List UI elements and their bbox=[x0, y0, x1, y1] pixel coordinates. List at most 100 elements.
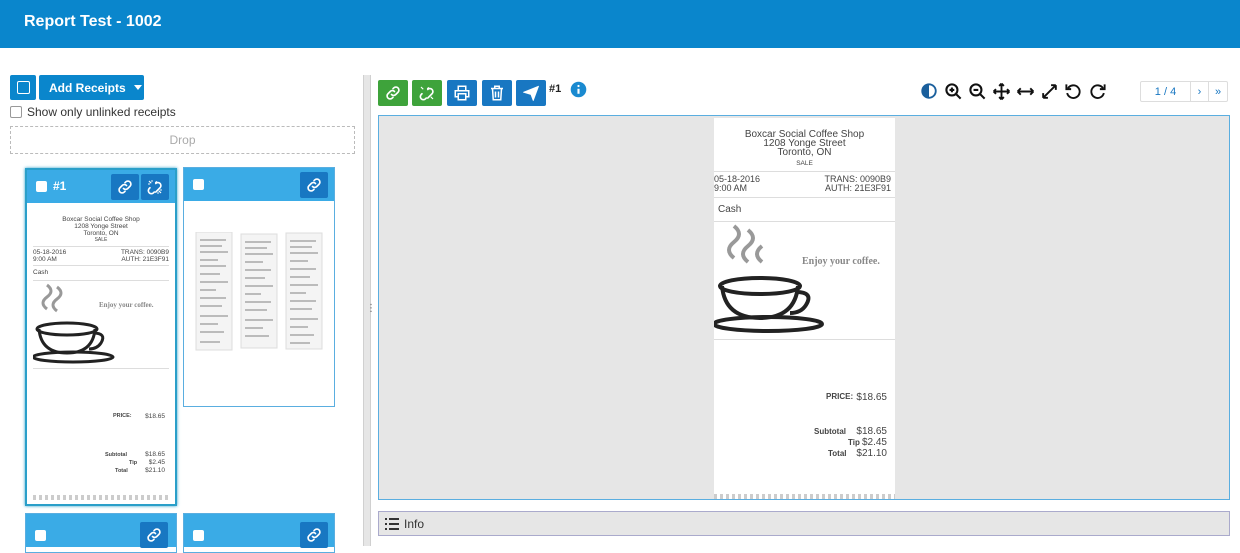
receipt-card-number: #1 bbox=[53, 179, 67, 193]
receipt-total: $21.10 bbox=[856, 448, 887, 459]
link-receipt-button[interactable] bbox=[378, 80, 408, 106]
receipt-auth: AUTH: 21E3F91 bbox=[121, 256, 169, 263]
receipt-total-label: Total bbox=[115, 468, 128, 474]
select-all-button[interactable] bbox=[10, 75, 36, 100]
drop-zone[interactable]: Drop bbox=[10, 126, 355, 154]
link-icon bbox=[307, 178, 321, 192]
receipt-type: SALE bbox=[94, 237, 108, 243]
link-button[interactable] bbox=[140, 522, 168, 548]
receipt-total: $21.10 bbox=[145, 467, 165, 474]
panel-splitter[interactable]: ⋮ bbox=[363, 75, 376, 546]
page-indicator: 1 / 4 bbox=[1141, 82, 1191, 101]
receipt-tip-label: Tip bbox=[848, 438, 860, 447]
show-unlinked-toggle[interactable]: Show only unlinked receipts bbox=[10, 105, 176, 119]
expand-icon bbox=[1041, 83, 1057, 99]
receipt-payment: Cash bbox=[714, 197, 895, 221]
unlink-receipt-button[interactable] bbox=[412, 80, 442, 106]
zoom-in-button[interactable] bbox=[942, 80, 964, 102]
delete-button[interactable] bbox=[482, 80, 512, 106]
page-title: Report Test - 1002 bbox=[24, 13, 162, 30]
receipt-card-header: #1 bbox=[27, 170, 175, 203]
receipt-thumbnail: Boxcar Social Coffee Shop 1208 Yonge Str… bbox=[31, 208, 169, 500]
receipt-price: $18.65 bbox=[145, 413, 165, 420]
receipt-viewer[interactable]: Boxcar Social Coffee Shop 1208 Yonge Str… bbox=[378, 115, 1230, 500]
rotate-left-button[interactable] bbox=[1062, 80, 1084, 102]
receipt-tip: $2.45 bbox=[861, 437, 887, 448]
receipt-auth: AUTH: 21E3F91 bbox=[824, 183, 891, 193]
receipt-card-checkbox[interactable] bbox=[35, 530, 46, 541]
receipt-city: Toronto, ON bbox=[83, 230, 119, 237]
receipt-trans: TRANS: 0090B9 bbox=[120, 249, 169, 256]
link-button[interactable] bbox=[111, 174, 139, 200]
zoom-out-icon bbox=[968, 82, 985, 99]
rotate-left-icon bbox=[1064, 83, 1081, 99]
info-bar[interactable]: Info bbox=[378, 511, 1230, 536]
print-button[interactable] bbox=[447, 80, 477, 106]
link-icon bbox=[307, 528, 321, 542]
coffee-cup-icon bbox=[31, 283, 115, 364]
receipt-price-label: PRICE: bbox=[113, 413, 132, 419]
caret-down-icon bbox=[133, 85, 142, 90]
scanned-receipts-image bbox=[195, 231, 323, 351]
receipt-card-4[interactable] bbox=[183, 513, 335, 553]
printer-icon bbox=[454, 85, 470, 101]
send-icon bbox=[523, 85, 539, 101]
zoom-in-icon bbox=[944, 82, 961, 99]
rotate-right-button[interactable] bbox=[1086, 80, 1108, 102]
unlink-icon bbox=[147, 180, 162, 195]
send-button[interactable] bbox=[516, 80, 546, 106]
receipt-address: 1208 Yonge Street bbox=[74, 223, 128, 230]
receipt-tip: $2.45 bbox=[148, 459, 165, 466]
link-icon bbox=[118, 180, 132, 194]
trash-icon bbox=[491, 85, 503, 101]
show-unlinked-checkbox[interactable] bbox=[10, 106, 22, 118]
link-icon bbox=[147, 528, 161, 542]
receipt-slogan: Enjoy your coffee. bbox=[99, 301, 154, 309]
fit-width-button[interactable] bbox=[1014, 80, 1036, 102]
unlink-button[interactable] bbox=[141, 174, 169, 200]
receipt-card-1[interactable]: #1 Boxcar Social Coffee Shop 1208 Yonge … bbox=[25, 168, 177, 506]
receipt-subtotal-label: Subtotal bbox=[814, 427, 846, 436]
rotate-right-icon bbox=[1089, 83, 1106, 99]
receipt-time: 9:00 AM bbox=[714, 183, 748, 193]
fit-width-icon bbox=[1016, 87, 1034, 95]
last-page-button[interactable]: » bbox=[1209, 82, 1227, 101]
move-icon bbox=[992, 82, 1010, 100]
receipt-payment: Cash bbox=[33, 265, 169, 280]
receipt-price-label: PRICE: bbox=[826, 392, 854, 401]
receipt-total-label: Total bbox=[828, 449, 847, 458]
receipt-card-checkbox[interactable] bbox=[36, 181, 47, 192]
receipt-card-checkbox[interactable] bbox=[193, 179, 204, 190]
next-page-button[interactable]: › bbox=[1191, 82, 1209, 101]
fullscreen-button[interactable] bbox=[1038, 80, 1060, 102]
receipt-logo: Enjoy your coffee. bbox=[712, 221, 895, 339]
link-button[interactable] bbox=[300, 172, 328, 198]
zoom-out-button[interactable] bbox=[966, 80, 988, 102]
receipt-subtotal: $18.65 bbox=[856, 426, 887, 437]
receipt-subtotal-label: Subtotal bbox=[105, 452, 127, 458]
splitter-grip-icon: ⋮ bbox=[366, 303, 376, 314]
receipt-card-3[interactable] bbox=[25, 513, 177, 553]
contrast-button[interactable] bbox=[918, 80, 940, 102]
receipt-logo: Enjoy your coffee. bbox=[31, 280, 169, 368]
receipt-date: 05-18-2016 bbox=[33, 249, 67, 256]
link-button[interactable] bbox=[300, 522, 328, 548]
drop-label: Drop bbox=[169, 133, 196, 147]
info-icon[interactable] bbox=[570, 81, 587, 103]
unlink-icon bbox=[419, 86, 434, 101]
receipt-card-2[interactable] bbox=[183, 167, 335, 407]
checkbox-icon bbox=[16, 81, 30, 94]
receipt-scan-thumbnail bbox=[194, 231, 324, 352]
coffee-cup-icon bbox=[712, 224, 824, 333]
receipt-card-header bbox=[184, 168, 334, 201]
pan-button[interactable] bbox=[990, 80, 1012, 102]
receipt-card-checkbox[interactable] bbox=[193, 530, 204, 541]
receipt-subtotal: $18.65 bbox=[145, 451, 165, 458]
current-receipt-number: #1 bbox=[549, 83, 562, 95]
add-receipts-button[interactable]: Add Receipts bbox=[39, 75, 144, 100]
pagination: 1 / 4 › » bbox=[1140, 81, 1228, 102]
viewer-tools bbox=[918, 80, 1108, 102]
app-header: Report Test - 1002 bbox=[0, 0, 1240, 48]
receipt-type: SALE bbox=[796, 160, 813, 167]
receipt-preview: Boxcar Social Coffee Shop 1208 Yonge Str… bbox=[712, 118, 895, 499]
